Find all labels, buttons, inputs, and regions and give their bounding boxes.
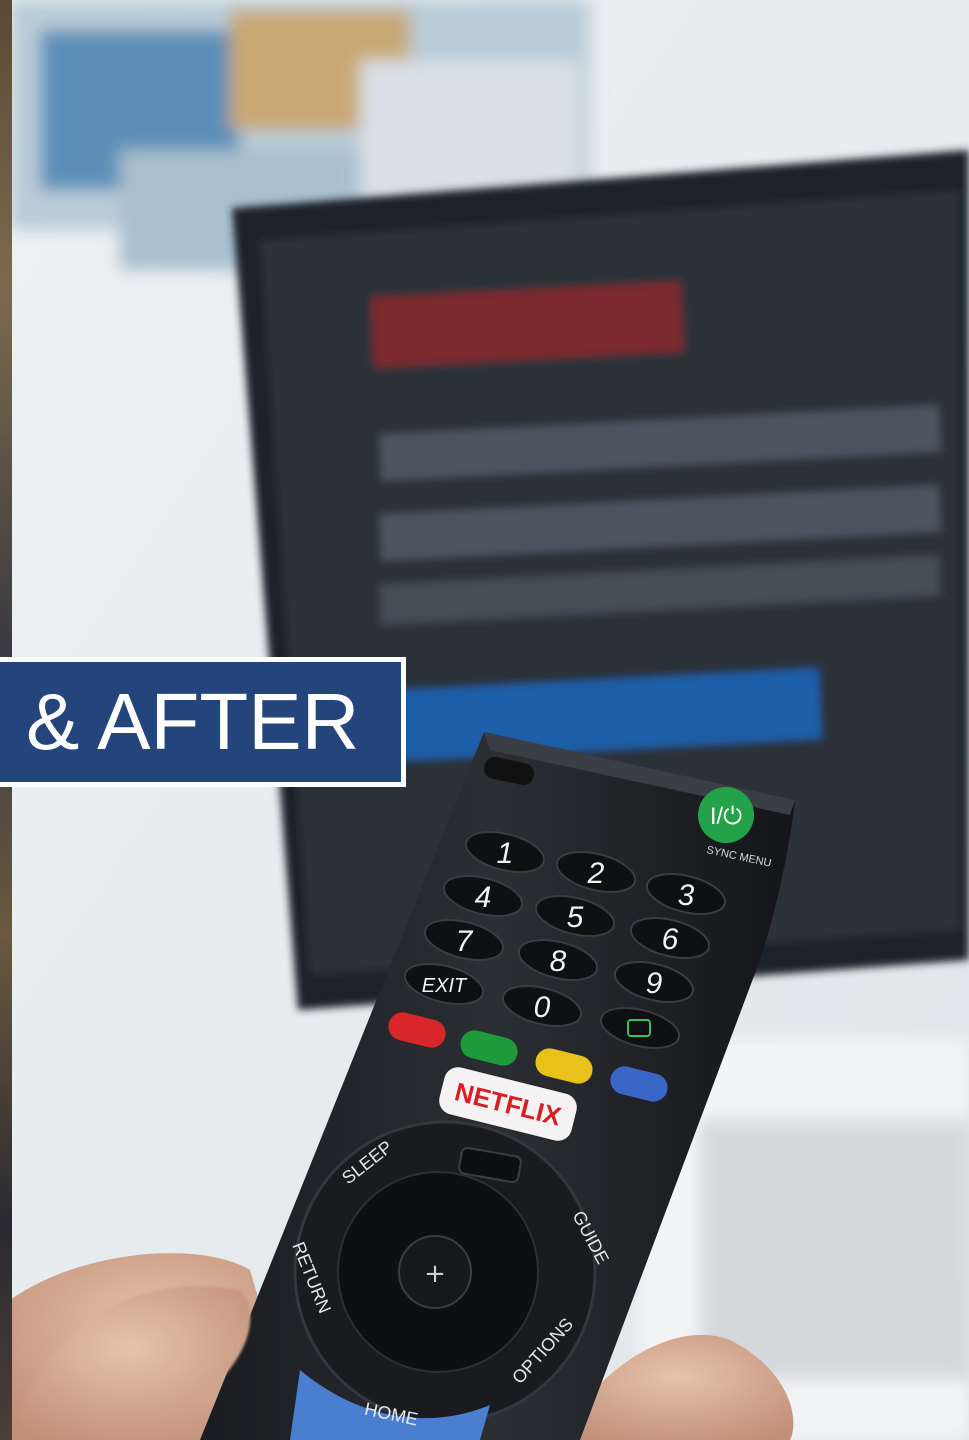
key-8: 8 <box>550 945 567 978</box>
key-2: 2 <box>587 857 605 890</box>
exit-key-label: EXIT <box>422 975 468 997</box>
key-9: 9 <box>646 967 663 1000</box>
key-4: 4 <box>475 881 492 914</box>
key-5: 5 <box>567 901 584 934</box>
after-banner-text: & AFTER <box>26 677 360 766</box>
key-6: 6 <box>662 923 679 956</box>
key-3: 3 <box>678 879 695 912</box>
power-label: I/⏻ <box>710 803 742 830</box>
svg-text:+: + <box>424 1259 446 1289</box>
key-7: 7 <box>456 925 474 958</box>
after-banner: & AFTER <box>0 657 406 787</box>
key-1: 1 <box>497 837 514 870</box>
key-0: 0 <box>534 991 551 1024</box>
